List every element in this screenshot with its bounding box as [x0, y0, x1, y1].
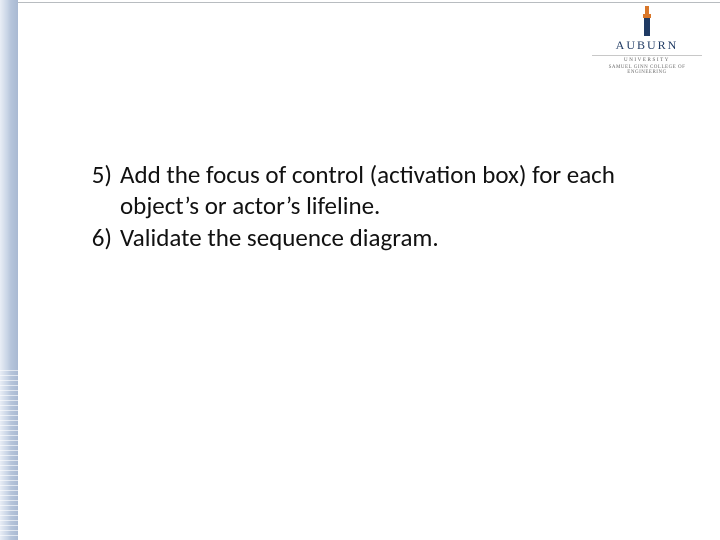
item-text: Validate the sequence diagram. — [120, 223, 660, 254]
logo-subtext-2: SAMUEL GINN COLLEGE OF ENGINEERING — [592, 65, 702, 75]
logo-wordmark: AUBURN — [592, 38, 702, 53]
top-rule — [18, 2, 720, 3]
slide: AUBURN UNIVERSITY SAMUEL GINN COLLEGE OF… — [0, 0, 720, 540]
numbered-list: 5) Add the focus of control (activation … — [82, 160, 660, 254]
logo-subtext-1: UNIVERSITY — [592, 55, 702, 63]
item-number: 6) — [82, 223, 120, 254]
tower-icon — [640, 6, 654, 36]
slide-content: 5) Add the focus of control (activation … — [82, 160, 660, 256]
item-text: Add the focus of control (activation box… — [120, 160, 660, 221]
list-item: 6) Validate the sequence diagram. — [82, 223, 660, 254]
list-item: 5) Add the focus of control (activation … — [82, 160, 660, 221]
left-decorative-rail — [0, 0, 18, 540]
item-number: 5) — [82, 160, 120, 221]
university-logo: AUBURN UNIVERSITY SAMUEL GINN COLLEGE OF… — [592, 6, 702, 75]
